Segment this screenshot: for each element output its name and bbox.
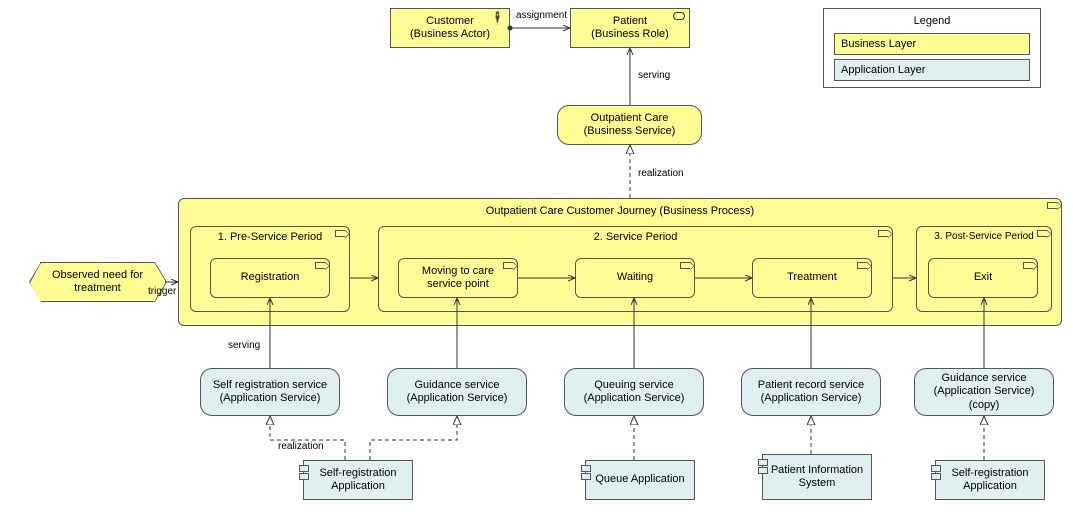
queuing-svc-label: Queuing service (Application Service) xyxy=(571,379,697,405)
patientrec-service: Patient record service (Application Serv… xyxy=(741,368,881,416)
customer-label: Customer (Business Actor) xyxy=(410,15,490,41)
process-icon xyxy=(1023,262,1033,269)
service-period-label: 2. Service Period xyxy=(594,231,678,244)
edge-realization-label-2: realization xyxy=(278,441,324,452)
outpatient-care-label: Outpatient Care (Business Service) xyxy=(584,112,676,138)
event-need: Observed need for treatment xyxy=(40,262,155,302)
legend-title: Legend xyxy=(834,15,1030,27)
guidance-svc-label: Guidance service (Application Service) xyxy=(394,379,520,405)
pis-app: Patient Information System xyxy=(762,454,872,500)
waiting-label: Waiting xyxy=(617,271,653,284)
process-icon xyxy=(857,262,867,269)
patient-role: Patient (Business Role) xyxy=(570,8,690,48)
registration-process: Registration xyxy=(210,258,330,298)
registration-label: Registration xyxy=(241,271,300,284)
component-icon xyxy=(299,465,309,481)
exit-process: Exit xyxy=(928,258,1038,298)
outpatient-care-service: Outpatient Care (Business Service) xyxy=(557,105,702,145)
edge-realization-label-1: realization xyxy=(638,168,684,179)
post-service-label: 3. Post-Service Period xyxy=(934,231,1034,243)
selfreg-service: Self registration service (Application S… xyxy=(200,368,340,416)
pre-service-label: 1. Pre-Service Period xyxy=(218,231,323,244)
pis-label: Patient Information System xyxy=(769,464,865,490)
treatment-label: Treatment xyxy=(787,271,837,284)
component-icon xyxy=(581,465,591,481)
selfreg-app2-label: Self-registration Application xyxy=(942,467,1038,493)
legend-business: Business Layer xyxy=(834,33,1030,55)
patient-label: Patient (Business Role) xyxy=(591,15,669,41)
process-icon xyxy=(503,262,513,269)
queue-app-label: Queue Application xyxy=(595,473,684,486)
person-icon: 🕴 xyxy=(490,11,505,25)
component-icon xyxy=(931,465,941,481)
selfreg-app-label: Self-registration Application xyxy=(310,467,406,493)
process-icon xyxy=(1047,202,1057,209)
process-icon xyxy=(335,230,345,237)
legend-box: Legend Business Layer Application Layer xyxy=(823,8,1041,88)
journey-title: Outpatient Care Customer Journey (Busine… xyxy=(486,205,754,218)
event-label: Observed need for treatment xyxy=(47,269,148,295)
guidance-copy-label: Guidance service (Application Service) (… xyxy=(921,372,1047,412)
moving-process: Moving to care service point xyxy=(398,258,518,298)
selfreg-svc-label: Self registration service (Application S… xyxy=(207,379,333,405)
process-icon xyxy=(1037,230,1047,237)
process-icon xyxy=(315,262,325,269)
component-icon xyxy=(758,459,768,475)
guidance-service: Guidance service (Application Service) xyxy=(387,368,527,416)
customer-actor: 🕴 Customer (Business Actor) xyxy=(390,8,510,48)
role-icon xyxy=(673,12,685,20)
edge-assignment-label: assignment xyxy=(516,10,567,21)
edge-serving-label-1: serving xyxy=(638,70,670,81)
legend-application: Application Layer xyxy=(834,59,1030,81)
waiting-process: Waiting xyxy=(575,258,695,298)
moving-label: Moving to care service point xyxy=(405,265,511,291)
process-icon xyxy=(680,262,690,269)
selfreg-app2: Self-registration Application xyxy=(935,460,1045,500)
patientrec-svc-label: Patient record service (Application Serv… xyxy=(748,379,874,405)
treatment-process: Treatment xyxy=(752,258,872,298)
edge-trigger-label: trigger xyxy=(148,286,176,297)
edge-serving-label-2: serving xyxy=(228,340,260,351)
selfreg-app: Self-registration Application xyxy=(303,460,413,500)
queue-app: Queue Application xyxy=(585,460,695,500)
guidance-copy-service: Guidance service (Application Service) (… xyxy=(914,368,1054,416)
process-icon xyxy=(878,230,888,237)
queuing-service: Queuing service (Application Service) xyxy=(564,368,704,416)
exit-label: Exit xyxy=(974,271,992,284)
